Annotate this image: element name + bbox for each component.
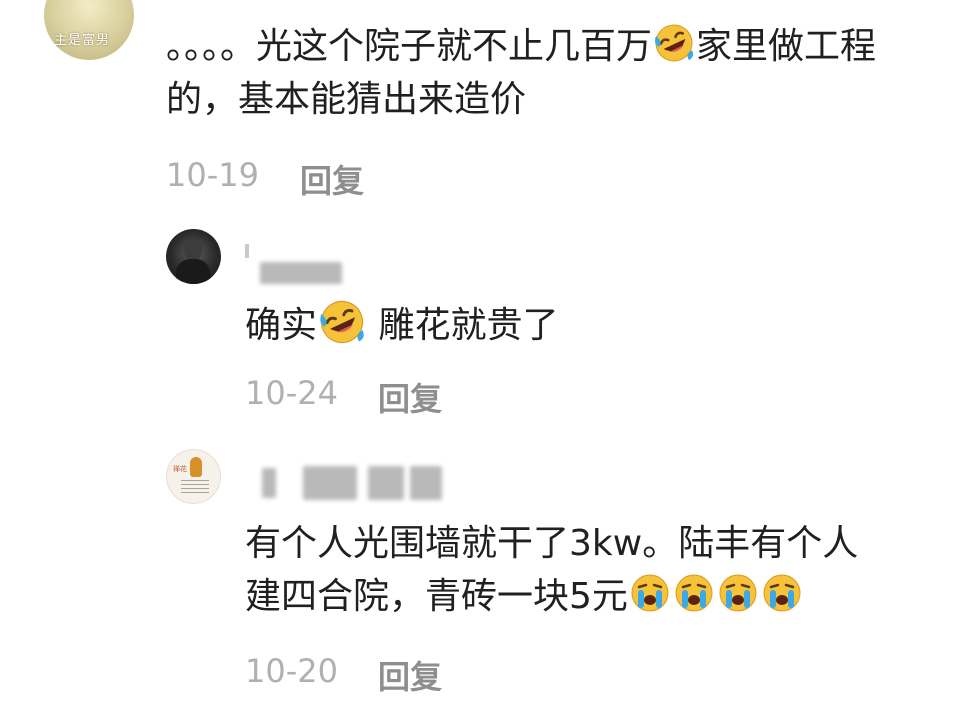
reply-date: 10-20 xyxy=(245,652,338,690)
rolling-laughing-emoji-icon xyxy=(653,22,695,64)
avatar-art-text: 主是富男 xyxy=(54,33,111,48)
crying-emoji-icon xyxy=(629,572,671,614)
username-blur-mark xyxy=(245,244,249,258)
reply-text-part: 建四合院，青砖一块5元 xyxy=(245,576,628,617)
crying-emoji-icon xyxy=(673,572,715,614)
reply-button[interactable]: 回复 xyxy=(378,374,442,420)
reply-text: 确实 雕花就贵了 xyxy=(245,298,945,352)
reply-button[interactable]: 回复 xyxy=(300,156,364,202)
reply-text-part: 雕花就贵了 xyxy=(367,305,559,346)
comment-text-part: 。。。。光这个院子就不止几百万 xyxy=(166,26,653,67)
avatar-lines xyxy=(181,480,209,494)
avatar-mark-text: 禅花 xyxy=(173,465,187,473)
reply-text-part: 确实 xyxy=(245,305,318,346)
rolling-laughing-emoji-icon xyxy=(318,298,366,346)
commenter-avatar[interactable]: 主是富男 xyxy=(44,0,134,60)
username-blurred[interactable] xyxy=(410,466,442,500)
comment-text: 。。。。光这个院子就不止几百万 家里做工程的，基本能猜出来造价 xyxy=(166,20,946,126)
comment-date: 10-19 xyxy=(166,156,259,194)
avatar-figure-body xyxy=(176,259,210,284)
username-blurred[interactable] xyxy=(260,262,342,284)
username-blurred[interactable] xyxy=(368,466,404,500)
reply-text-line-2: 建四合院，青砖一块5元 xyxy=(245,570,945,623)
reply-text-line: 有个人光围墙就干了3kw。陆丰有个人 xyxy=(245,523,859,564)
crying-emoji-icon xyxy=(761,572,803,614)
reply-text: 有个人光围墙就干了3kw。陆丰有个人 建四合院，青砖一块5元 xyxy=(245,517,945,623)
avatar-figure xyxy=(184,239,202,261)
username-blurred[interactable] xyxy=(303,466,357,500)
reply-date: 10-24 xyxy=(245,374,338,412)
reply-button[interactable]: 回复 xyxy=(378,652,442,698)
reply-avatar[interactable]: 禅花 xyxy=(166,449,221,504)
username-blurred[interactable] xyxy=(262,468,276,498)
crying-emoji-icon xyxy=(717,572,759,614)
avatar-figure xyxy=(190,457,202,477)
reply-avatar[interactable] xyxy=(166,229,221,284)
